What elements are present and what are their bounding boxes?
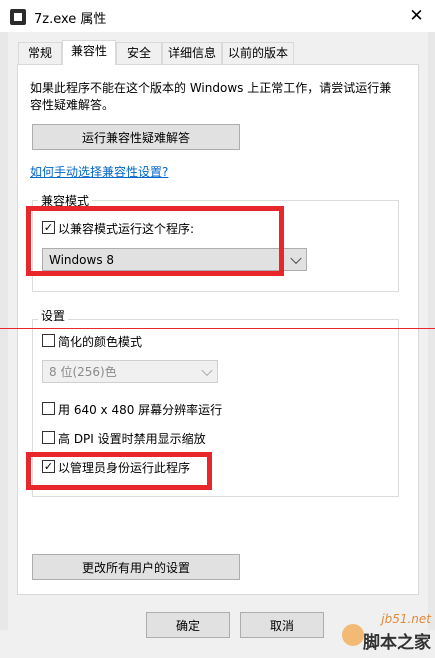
reduced-color-checkbox[interactable]: [42, 334, 55, 347]
resolution-label[interactable]: 用 640 x 480 屏幕分辨率运行: [58, 401, 222, 418]
tab-details[interactable]: 详细信息: [162, 42, 222, 64]
cancel-button[interactable]: 取消: [240, 612, 324, 638]
resolution-checkbox[interactable]: [42, 402, 55, 415]
dpi-scaling-checkbox[interactable]: [42, 431, 55, 444]
color-depth-value: 8 位(256)色: [49, 365, 117, 379]
close-button[interactable]: ✕: [398, 0, 435, 32]
background-window-right: [428, 32, 435, 630]
change-all-users-button[interactable]: 更改所有用户的设置: [32, 554, 240, 580]
annotation-box-compat-mode: [26, 206, 284, 276]
annotation-line: [0, 328, 435, 329]
intro-text: 如果此程序不能在这个版本的 Windows 上正常工作，请尝试运行兼容性疑难解答…: [30, 81, 392, 112]
color-depth-select[interactable]: 8 位(256)色: [42, 360, 218, 383]
tab-general[interactable]: 常规: [18, 42, 62, 64]
reduced-color-label[interactable]: 简化的颜色模式: [58, 333, 142, 350]
tab-previous-versions[interactable]: 以前的版本: [222, 42, 294, 64]
chevron-down-icon: [201, 364, 213, 376]
annotation-box-run-as-admin: [26, 452, 212, 490]
manual-settings-link[interactable]: 如何手动选择兼容性设置?: [30, 163, 168, 180]
tab-security[interactable]: 安全: [116, 42, 162, 64]
watermark-url: jb51.net: [381, 612, 431, 626]
logo-icon: [342, 624, 364, 646]
settings-label: 设置: [38, 307, 69, 324]
watermark-name: 脚本之家: [363, 633, 431, 653]
window-title: 7z.exe 属性: [34, 12, 107, 27]
app-icon: [10, 9, 26, 25]
dpi-scaling-label[interactable]: 高 DPI 设置时禁用显示缩放: [58, 430, 206, 447]
watermark: jb51.net 脚本之家: [336, 610, 435, 658]
background-window-left: [0, 32, 8, 630]
tab-compatibility[interactable]: 兼容性: [62, 40, 116, 65]
troubleshoot-button[interactable]: 运行兼容性疑难解答: [32, 124, 240, 150]
ok-button[interactable]: 确定: [146, 612, 230, 638]
chevron-down-icon: [290, 252, 302, 264]
